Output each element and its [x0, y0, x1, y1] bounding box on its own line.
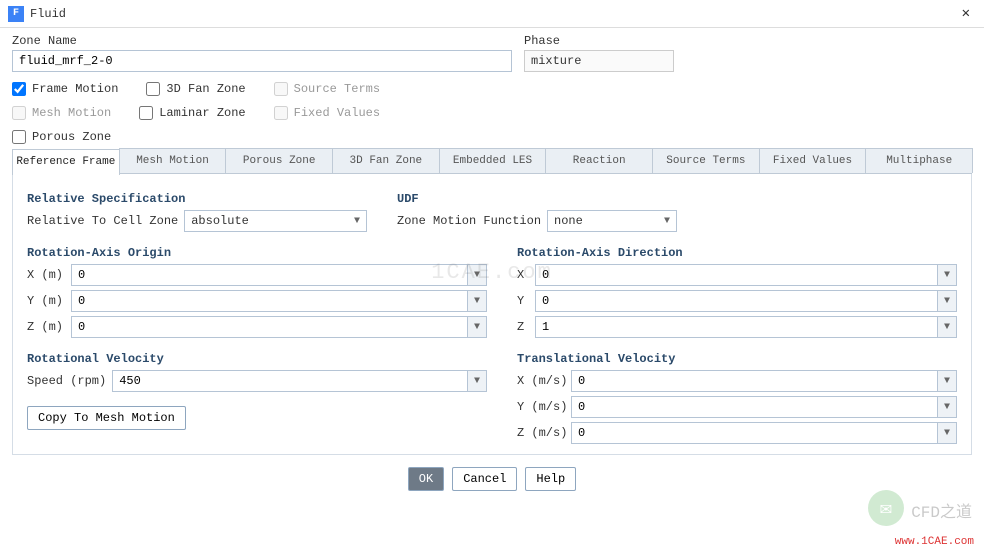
- fan-zone-label: 3D Fan Zone: [166, 82, 245, 96]
- speed-input[interactable]: [112, 370, 467, 392]
- fixed-values-label: Fixed Values: [294, 106, 380, 120]
- spin-icon[interactable]: ▼: [467, 370, 487, 392]
- origin-x-label: X (m): [27, 268, 67, 282]
- tabs: Reference Frame Mesh Motion Porous Zone …: [12, 148, 972, 174]
- relative-to-label: Relative To Cell Zone: [27, 214, 180, 228]
- app-icon: F: [8, 6, 24, 22]
- laminar-zone-label: Laminar Zone: [159, 106, 245, 120]
- tab-fan-zone[interactable]: 3D Fan Zone: [332, 148, 440, 173]
- spin-icon[interactable]: ▼: [937, 370, 957, 392]
- tab-reference-frame[interactable]: Reference Frame: [12, 149, 120, 175]
- dir-z-label: Z: [517, 320, 531, 334]
- tab-source-terms[interactable]: Source Terms: [652, 148, 760, 173]
- window-title: Fluid: [30, 7, 956, 21]
- titlebar: F Fluid ✕: [0, 0, 984, 28]
- trans-x-input[interactable]: [571, 370, 937, 392]
- spin-icon[interactable]: ▼: [467, 264, 487, 286]
- trans-y-input[interactable]: [571, 396, 937, 418]
- mesh-motion-checkbox: [12, 106, 26, 120]
- relative-to-dropdown[interactable]: absolute ▼: [184, 210, 367, 232]
- frame-motion-checkbox[interactable]: [12, 82, 26, 96]
- zone-name-input[interactable]: [12, 50, 512, 72]
- trans-z-label: Z (m/s): [517, 426, 567, 440]
- tab-mesh-motion[interactable]: Mesh Motion: [119, 148, 227, 173]
- udf-label: Zone Motion Function: [397, 214, 543, 228]
- help-button[interactable]: Help: [525, 467, 576, 491]
- relative-to-value: absolute: [191, 214, 249, 228]
- frame-motion-label: Frame Motion: [32, 82, 118, 96]
- dialog-footer: OK Cancel Help: [12, 467, 972, 491]
- udf-value: none: [554, 214, 583, 228]
- rot-velocity-title: Rotational Velocity: [27, 352, 487, 366]
- dir-y-label: Y: [517, 294, 531, 308]
- source-terms-label: Source Terms: [294, 82, 380, 96]
- dir-z-input[interactable]: [535, 316, 937, 338]
- spin-icon[interactable]: ▼: [937, 316, 957, 338]
- tab-porous-zone[interactable]: Porous Zone: [225, 148, 333, 173]
- porous-zone-checkbox[interactable]: [12, 130, 26, 144]
- source-terms-checkbox: [274, 82, 288, 96]
- tab-fixed-values[interactable]: Fixed Values: [759, 148, 867, 173]
- origin-z-input[interactable]: [71, 316, 467, 338]
- spin-icon[interactable]: ▼: [937, 396, 957, 418]
- copy-to-mesh-button[interactable]: Copy To Mesh Motion: [27, 406, 186, 430]
- tab-reaction[interactable]: Reaction: [545, 148, 653, 173]
- ok-button[interactable]: OK: [408, 467, 444, 491]
- cancel-button[interactable]: Cancel: [452, 467, 517, 491]
- tab-embedded-les[interactable]: Embedded LES: [439, 148, 547, 173]
- chevron-down-icon: ▼: [354, 216, 360, 227]
- rotation-dir-title: Rotation-Axis Direction: [517, 246, 957, 260]
- watermark-url: www.1CAE.com: [895, 536, 974, 548]
- options-group: Frame Motion 3D Fan Zone Source Terms Me…: [12, 82, 492, 144]
- dir-y-input[interactable]: [535, 290, 937, 312]
- reference-frame-panel: Relative Specification Relative To Cell …: [12, 174, 972, 455]
- origin-y-input[interactable]: [71, 290, 467, 312]
- origin-z-label: Z (m): [27, 320, 67, 334]
- udf-dropdown[interactable]: none ▼: [547, 210, 677, 232]
- dir-x-input[interactable]: [535, 264, 937, 286]
- origin-y-label: Y (m): [27, 294, 67, 308]
- porous-zone-label: Porous Zone: [32, 130, 111, 144]
- rotation-origin-title: Rotation-Axis Origin: [27, 246, 487, 260]
- phase-label: Phase: [524, 34, 674, 48]
- phase-value: mixture: [524, 50, 674, 72]
- spin-icon[interactable]: ▼: [937, 290, 957, 312]
- trans-y-label: Y (m/s): [517, 400, 567, 414]
- zone-name-label: Zone Name: [12, 34, 512, 48]
- fan-zone-checkbox[interactable]: [146, 82, 160, 96]
- trans-velocity-title: Translational Velocity: [517, 352, 957, 366]
- spin-icon[interactable]: ▼: [467, 290, 487, 312]
- spin-icon[interactable]: ▼: [937, 264, 957, 286]
- mesh-motion-label: Mesh Motion: [32, 106, 111, 120]
- fixed-values-checkbox: [274, 106, 288, 120]
- spin-icon[interactable]: ▼: [467, 316, 487, 338]
- origin-x-input[interactable]: [71, 264, 467, 286]
- relative-spec-title: Relative Specification: [27, 192, 367, 206]
- dir-x-label: X: [517, 268, 531, 282]
- udf-title: UDF: [397, 192, 677, 206]
- close-icon[interactable]: ✕: [956, 3, 976, 24]
- laminar-zone-checkbox[interactable]: [139, 106, 153, 120]
- trans-z-input[interactable]: [571, 422, 937, 444]
- chevron-down-icon: ▼: [664, 216, 670, 227]
- wechat-icon: ✉: [868, 490, 904, 526]
- spin-icon[interactable]: ▼: [937, 422, 957, 444]
- trans-x-label: X (m/s): [517, 374, 567, 388]
- speed-label: Speed (rpm): [27, 374, 108, 388]
- watermark-wechat: CFD之道: [911, 498, 972, 522]
- tab-multiphase[interactable]: Multiphase: [865, 148, 973, 173]
